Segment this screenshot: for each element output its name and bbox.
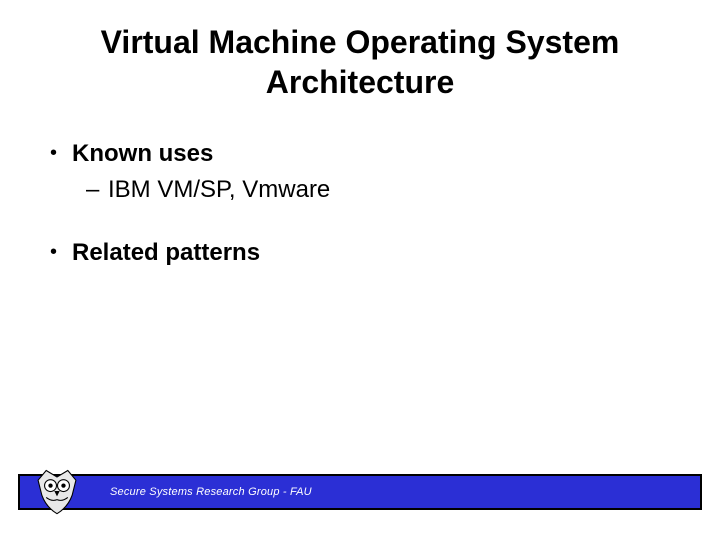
- subbullet-text: IBM VM/SP, Vmware: [108, 174, 330, 206]
- title-line-2: Architecture: [266, 64, 455, 100]
- slide-title: Virtual Machine Operating System Archite…: [0, 0, 720, 102]
- slide-body: • Known uses – IBM VM/SP, Vmware • Relat…: [0, 102, 720, 269]
- owl-logo-icon: [30, 464, 84, 518]
- title-line-1: Virtual Machine Operating System: [101, 24, 620, 60]
- bullet-text: Known uses: [72, 138, 213, 170]
- bullet-known-uses: • Known uses: [50, 138, 670, 170]
- footer-bar: Secure Systems Research Group - FAU: [18, 474, 702, 510]
- bullet-related-patterns: • Related patterns: [50, 237, 670, 269]
- dash-icon: –: [86, 174, 108, 206]
- bullet-text: Related patterns: [72, 237, 260, 269]
- subbullet-ibm-vmware: – IBM VM/SP, Vmware: [50, 174, 670, 206]
- slide: Virtual Machine Operating System Archite…: [0, 0, 720, 540]
- bullet-dot-icon: •: [50, 138, 72, 168]
- bullet-dot-icon: •: [50, 237, 72, 267]
